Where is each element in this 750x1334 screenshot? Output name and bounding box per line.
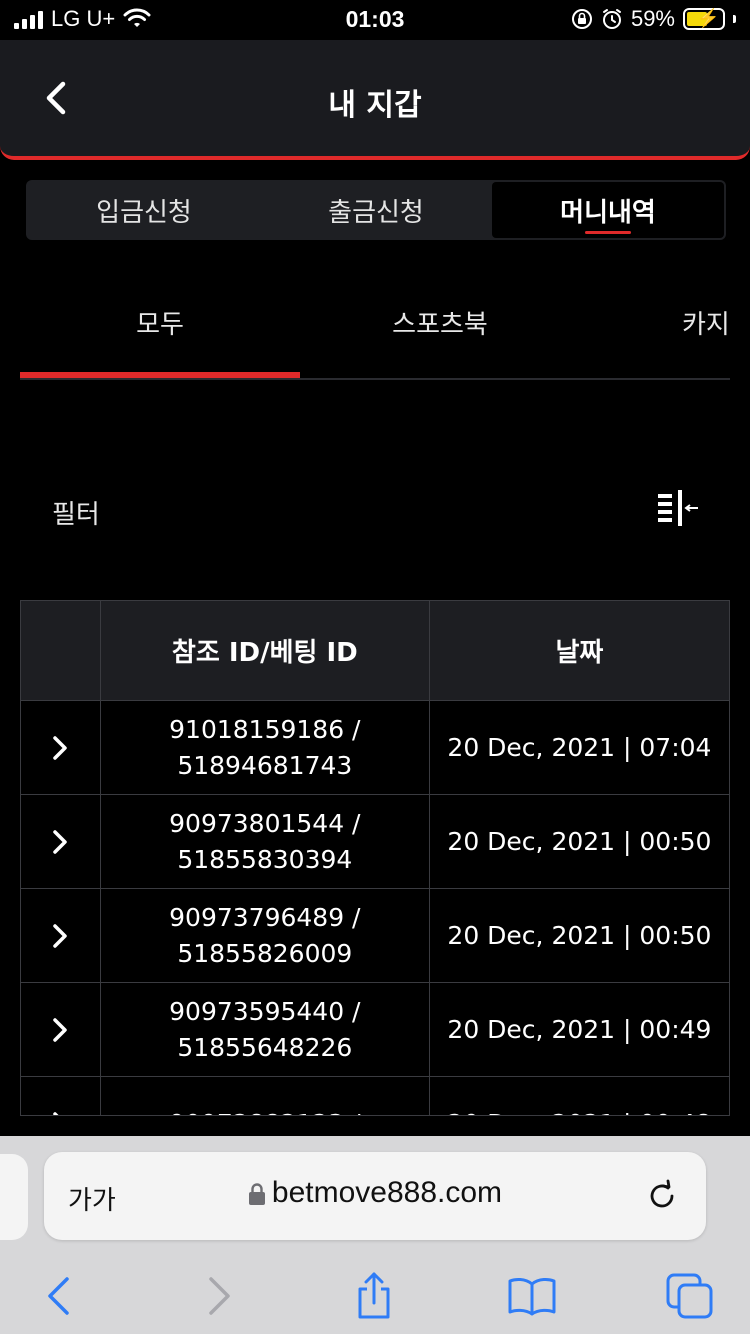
share-button[interactable] — [344, 1266, 404, 1326]
tabs-icon — [666, 1273, 713, 1319]
reload-icon — [650, 1179, 674, 1208]
book-icon — [508, 1277, 556, 1316]
date-cell: 20 Dec, 2021 | 07:04 — [447, 733, 712, 762]
chevron-right-icon — [209, 1277, 230, 1315]
header-expand-col — [21, 601, 101, 700]
date-cell: 20 Dec, 2021 | 00:48 — [430, 1077, 729, 1115]
money-history-table: 참조 ID/베팅 ID 날짜 91018159186 / 51894681743… — [20, 600, 730, 1116]
expand-row-button[interactable] — [21, 1077, 101, 1115]
chevron-right-icon — [53, 1017, 68, 1042]
filter-toggle-icon[interactable] — [656, 490, 700, 530]
header-ref-bet-id: 참조 ID/베팅 ID — [101, 601, 430, 700]
chevron-right-icon — [53, 923, 68, 948]
tab-all[interactable]: 모두 — [20, 304, 300, 341]
date-cell: 20 Dec, 2021 | 00:49 — [447, 1015, 712, 1044]
lock-icon — [248, 1183, 265, 1206]
battery-icon: ⚡ — [683, 8, 725, 30]
ref-bet-id-cell: 90973796489 / 51855826009 — [101, 889, 430, 982]
wallet-tabs: 입금신청 출금신청 머니내역 — [26, 180, 726, 240]
browser-nav — [0, 1266, 750, 1326]
chevron-right-icon — [53, 735, 68, 760]
url-display[interactable]: betmove888.com — [44, 1176, 706, 1210]
category-tabs: 모두 스포츠북 카지 — [20, 290, 730, 380]
expand-row-button[interactable] — [21, 795, 101, 888]
bet-id: 51855826009 — [177, 938, 353, 968]
expand-row-button[interactable] — [21, 701, 101, 794]
tab-withdraw-request[interactable]: 출금신청 — [260, 182, 492, 238]
battery-tip — [733, 15, 736, 23]
status-right: 59% ⚡ — [571, 6, 736, 32]
bet-id: 51855830394 — [177, 844, 353, 874]
table-row[interactable]: 90972882123 / 20 Dec, 2021 | 00:48 — [21, 1077, 729, 1116]
address-bar[interactable]: 가가 betmove888.com — [44, 1152, 706, 1240]
table-row[interactable]: 90973796489 / 51855826009 20 Dec, 2021 |… — [21, 889, 729, 983]
ref-bet-id-cell: 91018159186 / 51894681743 — [101, 701, 430, 794]
header-date: 날짜 — [555, 638, 604, 668]
bet-id: 51855648226 — [177, 1032, 353, 1062]
ref-id: 90972882123 / — [169, 1106, 360, 1116]
expand-row-button[interactable] — [21, 889, 101, 982]
chevron-right-icon — [53, 1111, 60, 1115]
table-header-row: 참조 ID/베팅 ID 날짜 — [21, 601, 729, 701]
bookmarks-button[interactable] — [502, 1266, 562, 1326]
table-row[interactable]: 90973801544 / 51855830394 20 Dec, 2021 |… — [21, 795, 729, 889]
ref-bet-id-cell: 90973595440 / 51855648226 — [101, 983, 430, 1076]
bet-id: 51894681743 — [177, 750, 353, 780]
alarm-icon — [602, 9, 621, 29]
reload-button[interactable] — [642, 1176, 682, 1216]
charging-bolt-icon: ⚡ — [697, 8, 720, 28]
url-text: betmove888.com — [271, 1176, 503, 1209]
previous-tab-preview[interactable] — [0, 1154, 28, 1240]
ref-bet-id-cell: 90972882123 / — [101, 1077, 430, 1116]
orientation-lock-icon — [571, 9, 592, 29]
page-title: 내 지갑 — [328, 88, 422, 123]
browser-forward-button[interactable] — [190, 1266, 250, 1326]
tab-money-history[interactable]: 머니내역 — [492, 182, 724, 238]
tab-casino[interactable]: 카지 — [682, 304, 730, 341]
ref-id: 90973595440 / — [169, 996, 361, 1026]
tabs-button[interactable] — [660, 1266, 720, 1326]
battery-percent: 59% — [630, 6, 675, 31]
tab-sportsbook[interactable]: 스포츠북 — [300, 304, 580, 341]
active-tab-indicator — [20, 372, 300, 378]
table-row[interactable]: 91018159186 / 51894681743 20 Dec, 2021 |… — [21, 701, 729, 795]
browser-toolbar: 가가 betmove888.com — [0, 1136, 750, 1334]
chevron-right-icon — [53, 829, 68, 854]
tab-deposit-request[interactable]: 입금신청 — [28, 182, 260, 238]
filter-label: 필터 — [52, 500, 100, 530]
date-cell: 20 Dec, 2021 | 00:50 — [447, 827, 712, 856]
share-icon — [358, 1272, 390, 1319]
ref-id: 90973796489 / — [169, 902, 361, 932]
date-cell: 20 Dec, 2021 | 00:50 — [447, 921, 712, 950]
browser-back-button[interactable] — [28, 1266, 88, 1326]
status-bar: LG U+ 01:03 59% ⚡ — [0, 0, 750, 40]
table-row[interactable]: 90973595440 / 51855648226 20 Dec, 2021 |… — [21, 983, 729, 1077]
ref-id: 91018159186 / — [169, 714, 361, 744]
chevron-left-icon — [48, 1277, 69, 1315]
app-header: 내 지갑 — [0, 40, 750, 160]
ref-bet-id-cell: 90973801544 / 51855830394 — [101, 795, 430, 888]
ref-id: 90973801544 / — [169, 808, 361, 838]
expand-row-button[interactable] — [21, 983, 101, 1076]
